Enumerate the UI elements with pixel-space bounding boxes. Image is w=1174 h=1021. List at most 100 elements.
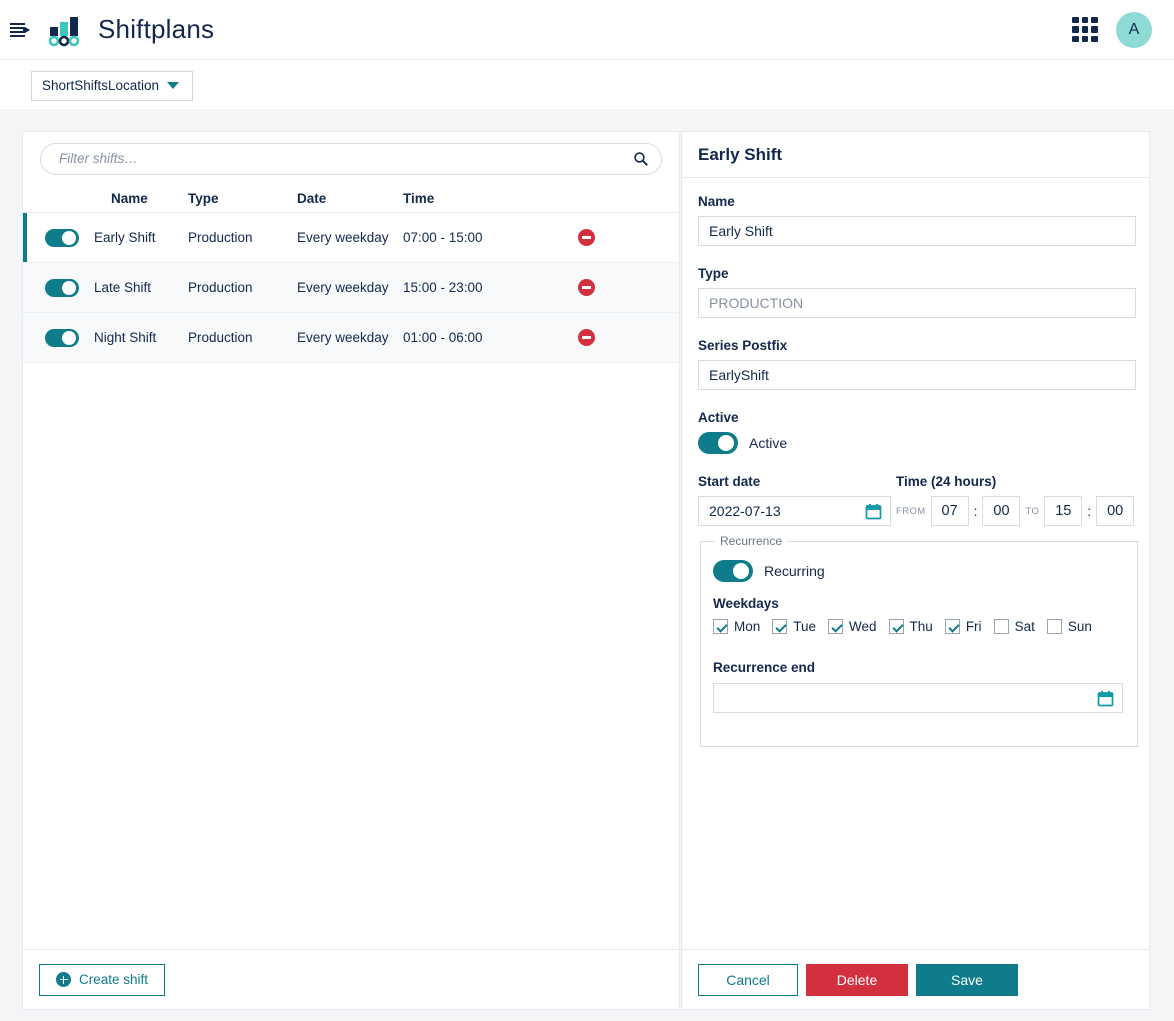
weekday-label: Fri [965, 619, 982, 634]
recurring-toggle-label: Recurring [764, 563, 825, 579]
column-header-time: Time [403, 191, 435, 206]
checkbox-icon[interactable] [993, 619, 1009, 634]
table-header: Name Type Date Time [23, 185, 679, 213]
time-label: Time (24 hours) [896, 474, 997, 489]
row-name-cell: Late Shift [23, 278, 188, 297]
schedule-row: Start date 2022-07-13 Time (24 hours) FR… [698, 474, 1135, 526]
search-input[interactable] [57, 150, 633, 167]
shift-list-footer: Create shift [23, 949, 679, 1009]
filter-bar [23, 132, 679, 185]
recurring-toggle-row: Recurring [713, 560, 1125, 582]
recurrence-legend: Recurrence [720, 534, 783, 548]
search-icon[interactable] [633, 151, 649, 167]
weekday-wed[interactable]: Wed [828, 619, 877, 634]
shift-detail-panel: Early Shift Name Type Series Postfix Act… [681, 131, 1150, 1010]
row-time-label: 07:00 - 15:00 [403, 230, 483, 245]
time-group: Time (24 hours) FROM : TO : [896, 474, 1135, 526]
row-active-toggle[interactable] [45, 278, 79, 297]
weekdays-label: Weekdays [713, 596, 779, 611]
checkbox-icon[interactable] [713, 619, 728, 634]
weekday-checkbox-row: Mon Tue Wed Thu Fri Sat Sun [713, 619, 1125, 634]
checkbox-icon[interactable] [828, 619, 844, 634]
active-toggle[interactable] [698, 432, 738, 454]
row-name-cell: Early Shift [23, 228, 188, 247]
row-type-label: Production [188, 330, 253, 345]
name-label: Name [698, 194, 735, 209]
name-input[interactable] [698, 216, 1136, 246]
location-select-label: ShortShiftsLocation [42, 78, 160, 93]
type-input [698, 288, 1136, 318]
cancel-button[interactable]: Cancel [698, 963, 798, 996]
type-label: Type [698, 266, 729, 281]
time-from-hour-input[interactable] [930, 496, 969, 526]
series-postfix-input[interactable] [698, 360, 1136, 390]
row-time-label: 01:00 - 06:00 [403, 330, 483, 345]
series-postfix-label: Series Postfix [698, 338, 788, 353]
time-to-hour-input[interactable] [1044, 496, 1083, 526]
weekday-sun[interactable]: Sun [1046, 619, 1092, 634]
shift-list-panel: Name Type Date Time Early Shift Producti… [22, 131, 680, 1010]
menu-expand-icon[interactable] [8, 18, 32, 42]
row-active-toggle[interactable] [45, 228, 79, 247]
weekday-label: Thu [909, 619, 933, 634]
save-button[interactable]: Save [916, 963, 1018, 996]
row-date-label: Every weekday [297, 330, 389, 345]
active-label: Active [698, 410, 739, 425]
start-date-group: Start date 2022-07-13 [698, 474, 891, 526]
weekday-fri[interactable]: Fri [944, 619, 982, 634]
app-title: Shiftplans [98, 14, 215, 44]
header-actions: A [1072, 11, 1152, 48]
table-row[interactable]: Night Shift Production Every weekday 01:… [23, 313, 679, 363]
remove-circle-icon[interactable] [578, 229, 595, 246]
recurrence-end-label: Recurrence end [713, 660, 816, 675]
recurrence-end-input[interactable] [713, 683, 1123, 713]
page-body: Name Type Date Time Early Shift Producti… [0, 112, 1174, 1021]
recurring-toggle[interactable] [713, 560, 753, 582]
weekday-thu[interactable]: Thu [888, 619, 933, 634]
location-select[interactable]: ShortShiftsLocation [31, 70, 193, 101]
table-row[interactable]: Late Shift Production Every weekday 15:0… [23, 263, 679, 313]
row-name-cell: Night Shift [23, 328, 188, 347]
row-active-toggle[interactable] [45, 328, 79, 347]
location-bar: ShortShiftsLocation [0, 61, 1174, 111]
row-actions [553, 329, 679, 346]
detail-footer: Cancel Delete Save [682, 949, 1149, 1009]
shiftplans-logo [48, 13, 82, 47]
filter-box[interactable] [40, 142, 662, 175]
table-row[interactable]: Early Shift Production Every weekday 07:… [23, 213, 679, 263]
start-date-value: 2022-07-13 [709, 503, 781, 519]
calendar-icon[interactable] [1097, 690, 1114, 707]
series-postfix-field-group: Series Postfix [698, 338, 1136, 390]
create-shift-button[interactable]: Create shift [39, 963, 166, 996]
active-field-group: Active Active [698, 410, 1133, 454]
weekday-label: Sun [1067, 619, 1092, 634]
delete-button[interactable]: Delete [806, 963, 908, 996]
start-date-input[interactable]: 2022-07-13 [698, 496, 891, 526]
avatar[interactable]: A [1116, 11, 1152, 48]
weekday-mon[interactable]: Mon [713, 619, 760, 634]
weekday-sat[interactable]: Sat [993, 619, 1035, 634]
chevron-down-icon [167, 82, 180, 89]
time-from-tag: FROM [896, 505, 926, 517]
checkbox-icon[interactable] [888, 619, 904, 634]
column-header-name: Name [111, 191, 148, 206]
active-toggle-row: Active [698, 432, 1133, 454]
weekday-tue[interactable]: Tue [772, 619, 816, 634]
checkbox-icon[interactable] [1046, 619, 1062, 634]
time-to-tag: TO [1025, 505, 1040, 517]
weekday-label: Mon [734, 619, 761, 634]
detail-form: Name Type Series Postfix Active Active [682, 178, 1149, 949]
row-date-label: Every weekday [297, 280, 389, 295]
time-to-minute-input[interactable] [1096, 496, 1135, 526]
checkbox-icon[interactable] [944, 619, 960, 634]
remove-circle-icon[interactable] [578, 279, 595, 296]
row-name-label: Night Shift [94, 330, 157, 345]
apps-grid-icon[interactable] [1072, 16, 1098, 43]
row-name-label: Early Shift [94, 230, 156, 245]
name-field-group: Name [698, 194, 1136, 246]
calendar-icon[interactable] [865, 503, 882, 520]
time-from-minute-input[interactable] [982, 496, 1021, 526]
app-header: Shiftplans A [0, 0, 1174, 60]
remove-circle-icon[interactable] [578, 329, 595, 346]
checkbox-icon[interactable] [772, 619, 788, 634]
